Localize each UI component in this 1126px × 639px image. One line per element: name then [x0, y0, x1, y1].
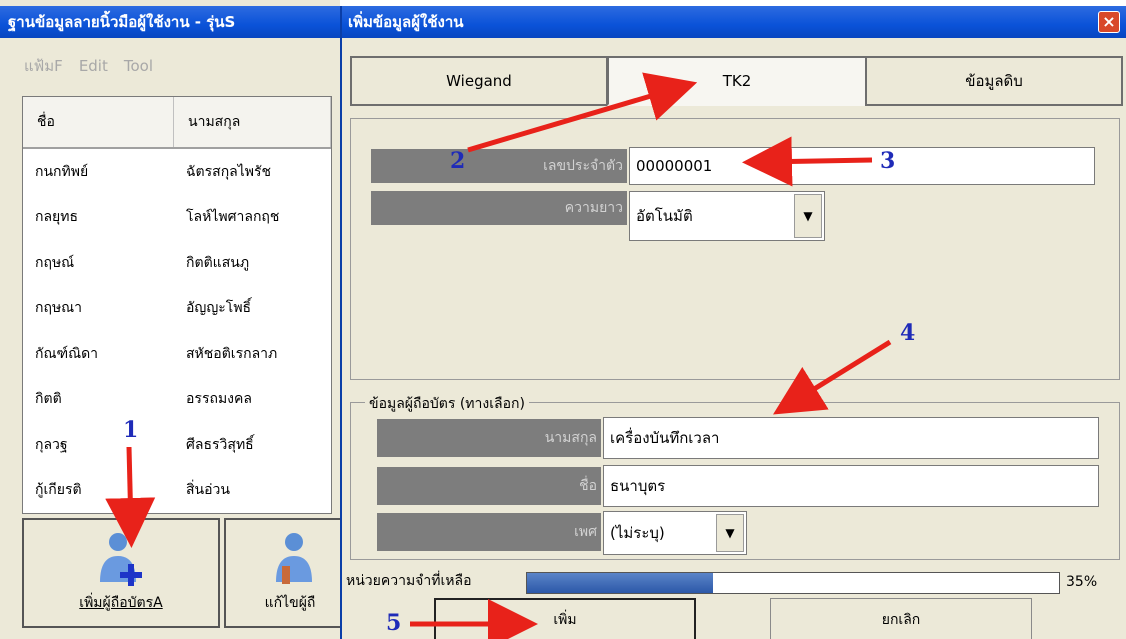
cell-last-name: ศีลธรวิสุทธิ์	[186, 436, 254, 453]
main-window: ฐานข้อมูลลายนิ้วมือผู้ใช้งาน - รุ่นS แฟ้…	[0, 0, 354, 639]
add-button[interactable]: เพิ่ม	[434, 598, 696, 639]
add-user-icon	[100, 533, 142, 586]
add-cardholder-button[interactable]: เพิ่มผู้ถือบัตรA	[22, 518, 220, 628]
chevron-down-icon[interactable]: ▼	[794, 194, 822, 238]
list-row[interactable]: กัณฑ์ณิดา สหัชอติเรกลาภ	[23, 331, 331, 377]
optional-group-label: ข้อมูลผู้ถือบัตร (ทางเลือก)	[365, 393, 529, 415]
edit-user-icon	[276, 533, 312, 584]
cell-last-name: โลห์ไพศาลกฤช	[186, 209, 280, 226]
cell-first-name: กฤษณ์	[35, 254, 75, 271]
length-select[interactable]: อัตโนมัติ ▼	[629, 191, 825, 241]
length-select-value: อัตโนมัติ	[636, 207, 693, 225]
list-header: ชื่อ นามสกุล	[23, 97, 331, 149]
surname-label: นามสกุล	[377, 419, 601, 457]
list-row[interactable]: กิตติ อรรถมงคล	[23, 377, 331, 423]
cell-first-name: กนกทิพย์	[35, 163, 89, 180]
id-number-input[interactable]: 00000001	[629, 147, 1095, 185]
cell-last-name: อัญญะโพธิ์	[186, 300, 252, 317]
list-row[interactable]: กลยุทธ โลห์ไพศาลกฤช	[23, 195, 331, 241]
tab-raw-data[interactable]: ข้อมูลดิบ	[865, 56, 1123, 106]
cell-last-name: กิตติแสนภู	[186, 254, 250, 271]
memory-progress-fill	[527, 573, 714, 593]
list-row[interactable]: กฤษณ์ กิตติแสนภู	[23, 240, 331, 286]
menu-tool[interactable]: Tool	[124, 57, 153, 75]
menu-file[interactable]: แฟ้มF	[24, 54, 63, 78]
first-name-label: ชื่อ	[377, 467, 601, 505]
first-name-input[interactable]: ธนาบุตร	[603, 465, 1099, 507]
cell-last-name: อรรถมงคล	[186, 391, 252, 408]
cell-last-name: ฉัตรสกุลไพรัช	[186, 163, 272, 180]
memory-percent: 35%	[1066, 574, 1098, 590]
memory-progress-bar	[526, 572, 1060, 594]
list-row[interactable]: กุลวฐ ศีลธรวิสุทธิ์	[23, 422, 331, 468]
main-toolbar: เพิ่มผู้ถือบัตรA แก้ไขผู้ถื	[22, 518, 354, 630]
sex-label: เพศ	[377, 513, 601, 551]
user-list[interactable]: ชื่อ นามสกุล กนกทิพย์ ฉัตรสกุลไพรัช กลยุท…	[22, 96, 332, 514]
id-number-label: เลขประจำตัว	[371, 149, 627, 183]
cell-first-name: กฤษณา	[35, 300, 83, 317]
cell-first-name: กุลวฐ	[35, 436, 68, 453]
cell-first-name: กัณฑ์ณิดา	[35, 345, 99, 362]
chevron-down-icon[interactable]: ▼	[716, 514, 744, 552]
add-user-dialog: เพิ่มข้อมูลผู้ใช้งาน × Wiegand TK2 ข้อมู…	[340, 6, 1126, 639]
cell-last-name: สหัชอติเรกลาภ	[186, 345, 278, 362]
sex-select[interactable]: (ไม่ระบุ) ▼	[603, 511, 747, 555]
cell-first-name: กลยุทธ	[35, 209, 79, 226]
list-row[interactable]: กฤษณา อัญญะโพธิ์	[23, 286, 331, 332]
cancel-button[interactable]: ยกเลิก	[770, 598, 1032, 639]
cardholder-optional-group: ข้อมูลผู้ถือบัตร (ทางเลือก) นามสกุล เครื…	[350, 393, 1120, 560]
add-cardholder-label: เพิ่มผู้ถือบัตรA	[79, 595, 163, 611]
cell-last-name: สิ่นอ่วน	[186, 482, 230, 499]
main-window-title: ฐานข้อมูลลายนิ้วมือผู้ใช้งาน - รุ่นS	[0, 6, 340, 38]
surname-input[interactable]: เครื่องบันทึกเวลา	[603, 417, 1099, 459]
tab-wiegand[interactable]: Wiegand	[350, 56, 608, 106]
menu-edit[interactable]: Edit	[79, 57, 108, 75]
column-header-first-name[interactable]: ชื่อ	[23, 97, 175, 147]
list-row[interactable]: กนกทิพย์ ฉัตรสกุลไพรัช	[23, 149, 331, 195]
list-row[interactable]: กู้เกียรติ สิ่นอ่วน	[23, 468, 331, 514]
main-menubar: แฟ้มF Edit Tool	[0, 42, 340, 90]
length-label: ความยาว	[371, 191, 627, 225]
dialog-title: เพิ่มข้อมูลผู้ใช้งาน	[342, 6, 1126, 38]
cell-first-name: กิตติ	[35, 391, 62, 408]
card-id-group: เลขประจำตัว 00000001 ความยาว อัตโนมัติ ▼	[350, 118, 1120, 380]
tab-tk2[interactable]: TK2	[607, 56, 867, 106]
column-header-last-name[interactable]: นามสกุล	[174, 97, 331, 147]
edit-cardholder-button[interactable]: แก้ไขผู้ถื	[224, 518, 354, 628]
sex-select-value: (ไม่ระบุ)	[610, 524, 665, 542]
edit-cardholder-label: แก้ไขผู้ถื	[264, 595, 316, 611]
memory-remaining-label: หน่วยความจำที่เหลือ	[346, 573, 472, 589]
close-icon[interactable]: ×	[1098, 11, 1120, 33]
cell-first-name: กู้เกียรติ	[35, 482, 82, 499]
memory-row: หน่วยความจำที่เหลือ 35%	[342, 566, 1126, 596]
